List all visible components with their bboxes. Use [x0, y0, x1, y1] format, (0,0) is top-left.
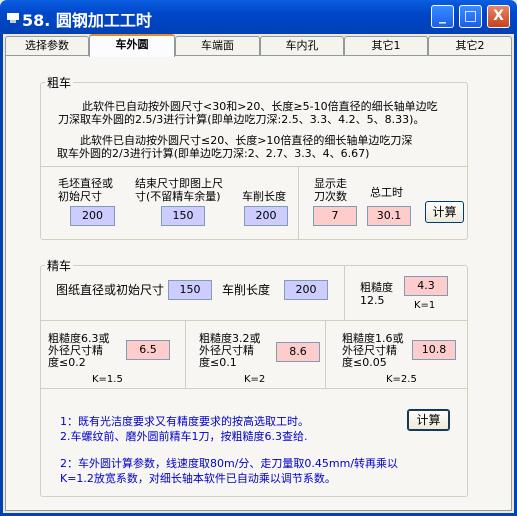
rough-length-label: 车削长度	[242, 190, 286, 203]
end-size-label-2: 寸(不留精车余量)	[135, 190, 221, 203]
finish-dia-input[interactable]: 150	[168, 280, 212, 300]
finish-vdivider-top	[344, 266, 345, 320]
r16-label-3: 度≤0.05	[342, 356, 387, 369]
r32-k: K=2	[244, 374, 266, 385]
rough-vdivider	[298, 167, 299, 239]
r32-label-3: 度≤0.1	[199, 356, 237, 369]
rough-calc-button[interactable]: 计算	[425, 201, 464, 223]
finish-length-input[interactable]: 200	[284, 280, 328, 300]
rough-desc2-line2: 取车外圆的2/3进行计算(即单边吃刀深:2、2.7、3.3、4、6.67)	[57, 147, 370, 160]
note-4: K=1.2放宽系数，对细长轴本软件已自动乘以调节系数。	[60, 472, 336, 485]
r63-label-3: 度≤0.2	[48, 356, 86, 369]
rough-legend: 粗车	[45, 74, 74, 91]
note-1: 1：既有光洁度要求又有精度要求的按高选取工时。	[60, 415, 309, 428]
total-time-output: 30.1	[367, 206, 411, 226]
r16-output: 10.8	[412, 340, 456, 360]
total-time-label: 总工时	[370, 186, 403, 199]
finish-calc-button[interactable]: 计算	[407, 409, 450, 431]
finish-dia-label: 图纸直径或初始尺寸	[56, 283, 165, 297]
r125-k: K=1	[414, 300, 436, 311]
end-size-label-1: 结束尺寸即图上尺	[135, 177, 223, 190]
rough-desc2-line1: 此软件已自动按外圆尺寸≤20、长度>10倍直径的细长轴单边吃刀深	[80, 134, 413, 147]
r16-k: K=2.5	[386, 374, 417, 385]
note-3: 2：车外圆计算参数，线速度取80m/分、走刀量取0.45mm/转再乘以	[60, 457, 399, 470]
passes-label-2: 刀次数	[314, 190, 347, 203]
rough-desc1-line1: 此软件已自动按外圆尺寸<30和>20、长度≥5-10倍直径的细长轴单边吃	[82, 100, 438, 113]
tab-outer-turning[interactable]: 车外圆	[89, 34, 175, 57]
blank-dia-label-2: 初始尺寸	[58, 190, 102, 203]
r125-number: 12.5	[360, 294, 385, 307]
tab-select-params[interactable]: 选择参数	[5, 36, 89, 55]
tab-other1[interactable]: 其它1	[344, 36, 428, 55]
tab-other2[interactable]: 其它2	[428, 36, 512, 55]
finish-length-label: 车削长度	[222, 283, 271, 297]
blank-dia-input[interactable]: 200	[70, 206, 115, 226]
minimize-button[interactable]: _	[431, 5, 454, 28]
finish-vdivider-a	[185, 321, 186, 388]
r125-output: 4.3	[404, 276, 448, 296]
finish-vdivider-b	[325, 321, 326, 388]
maximize-button[interactable]: □	[459, 5, 482, 28]
passes-label-1: 显示走	[314, 177, 347, 190]
r32-output: 8.6	[276, 342, 320, 362]
note-2: 2.车螺纹前、磨外圆前精车1刀，按粗糙度6.3查给.	[60, 430, 308, 443]
app-icon	[7, 13, 19, 23]
tab-facing[interactable]: 车端面	[175, 36, 260, 55]
r125-label: 粗糙度	[360, 281, 393, 294]
r63-output: 6.5	[126, 340, 170, 360]
close-button[interactable]: X	[487, 5, 510, 28]
rough-desc1-line2: 刀深取车外圆的2.5/3进行计算(即单边吃刀深:2.5、3.3、4.2、5、8.…	[58, 113, 425, 126]
finish-divider-2	[41, 388, 467, 389]
rough-divider	[41, 166, 467, 167]
blank-dia-label-1: 毛坯直径或	[58, 177, 113, 190]
finish-legend: 精车	[45, 257, 74, 274]
window-title: 58. 圆钢加工工时	[22, 11, 152, 30]
finish-divider-1	[41, 320, 467, 321]
end-size-input[interactable]: 150	[161, 206, 205, 226]
r63-k: K=1.5	[92, 374, 123, 385]
passes-output: 7	[313, 206, 357, 226]
rough-length-input[interactable]: 200	[244, 206, 288, 226]
tab-boring[interactable]: 车内孔	[260, 36, 344, 55]
